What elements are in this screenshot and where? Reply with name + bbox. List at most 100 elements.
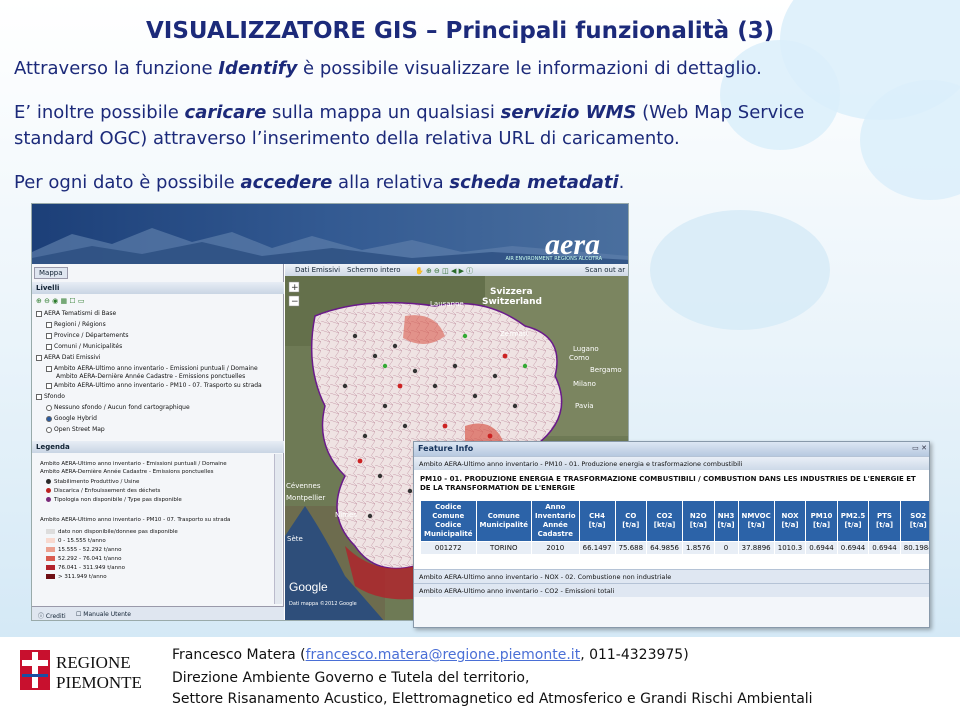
legend-title: Ambito AERA-Ultimo anno inventario - Emi… [40, 461, 227, 467]
layer-item: Ambito AERA-Dernière Année Cadastre - Em… [56, 373, 246, 380]
regione-piemonte-logo: REGIONE PIEMONTE [20, 650, 142, 692]
map-label: Pavia [575, 402, 594, 410]
table-column-header: CO [t/a] [614, 500, 648, 542]
map-label: Sète [287, 535, 303, 543]
layer-item[interactable]: AERA Dati Emissivi [36, 354, 101, 361]
layer-item[interactable]: Nessuno sfondo / Aucun fond cartographiq… [46, 404, 190, 411]
table-column-header: N2O [t/a] [682, 500, 715, 542]
layer-item[interactable]: Ambito AERA-Ultimo anno inventario - PM1… [46, 382, 262, 389]
layer-item[interactable]: Ambito AERA-Ultimo anno inventario - Emi… [46, 365, 258, 372]
toolbar-fullscreen-button[interactable]: Schermo intero [347, 266, 401, 274]
table-column-header: SO2 [t/a] [899, 500, 929, 542]
legend-entry: Tipologia non disponibile / Type pas dis… [46, 497, 182, 503]
feature-layer-row[interactable]: Ambito AERA-Ultimo anno inventario - PM1… [414, 456, 929, 470]
table-header-row: Codice Comune Codice Municipalité Comune … [420, 500, 929, 542]
legend-class: 52.292 - 76.041 t/anno [46, 556, 121, 562]
toolbar-emissions-button[interactable]: Dati Emissivi [295, 266, 340, 274]
table-cell: 001272 [420, 541, 477, 555]
legend-scrollbar[interactable] [274, 454, 282, 604]
map-label: Lugano [573, 345, 599, 353]
table-column-header: NMVOC [t/a] [737, 500, 775, 542]
text-line-1: Attraverso la funzione Identify è possib… [14, 58, 762, 79]
sector-line: Settore Risanamento Acustico, Elettromag… [172, 691, 813, 707]
user-manual-link[interactable]: ☐ Manuale Utente [76, 611, 131, 618]
layer-item[interactable]: Regioni / Régions [46, 321, 106, 328]
layer-item[interactable]: AERA Tematismi di Base [36, 310, 116, 317]
legend-swatch [46, 565, 55, 570]
svg-text:+: + [291, 283, 299, 293]
map-label: Zermatt [500, 330, 529, 338]
table-cell: 75.688 [614, 541, 648, 555]
legend-panel-header[interactable]: Legenda [32, 441, 284, 453]
legend-class: 76.041 - 311.949 t/anno [46, 565, 125, 571]
table-cell: 2010 [531, 541, 580, 555]
map-label: Montpellier [286, 494, 325, 502]
table-cell: 0.6944 [805, 541, 838, 555]
layer-item[interactable]: Province / Départements [46, 332, 129, 339]
legend-class: dato non disponibile/donnee pas disponib… [46, 529, 178, 535]
text-line-3: standard OGC) attraverso l’inserimento d… [14, 128, 680, 149]
legend-entry: Discarica / Enfouissement des déchets [46, 488, 160, 494]
table-cell: 0 [713, 541, 739, 555]
table-cell: 37.8896 [737, 541, 775, 555]
table-cell: 1010.3 [773, 541, 807, 555]
slide-footer: REGIONE PIEMONTE Francesco Matera (franc… [0, 637, 960, 711]
tab-map[interactable]: Mappa [34, 267, 68, 279]
layers-panel: Mappa Livelli ⊕ ⊖ ◉ ▦ ☐ ▭ AERA Tematismi… [32, 264, 284, 620]
table-column-header: PM10 [t/a] [805, 500, 838, 542]
table-column-header: Codice Comune Codice Municipalité [420, 500, 477, 542]
layer-item[interactable]: Google Hybrid [46, 415, 97, 422]
cloud-decoration [650, 210, 830, 330]
legend-title: Ambito AERA-Dernière Année Cadastre - Em… [40, 469, 214, 475]
feature-table-title: PM10 - 01. PRODUZIONE ENERGIA E TRASFORM… [420, 475, 916, 492]
table-column-header: Comune Municipalité [475, 500, 532, 542]
table-cell: 80.1984 [899, 541, 929, 555]
table-column-header: NH3 [t/a] [713, 500, 739, 542]
legend-class: 15.555 - 52.292 t/anno [46, 547, 121, 553]
cloud-decoration [720, 40, 840, 150]
feature-layer-row[interactable]: Ambito AERA-Ultimo anno inventario - CO2… [414, 583, 929, 597]
panel-footer: ⓘ Crediti ☐ Manuale Utente [32, 606, 284, 620]
legend-swatch [46, 556, 55, 561]
table-cell: TORINO [475, 541, 532, 555]
table-cell: 66.1497 [578, 541, 616, 555]
legend-swatch [46, 529, 55, 534]
text-line-4: Per ogni dato è possibile accedere alla … [14, 172, 625, 193]
contact-line: Francesco Matera (francesco.matera@regio… [172, 647, 689, 663]
table-cell: 0.6944 [836, 541, 870, 555]
table-column-header: CH4 [t/a] [578, 500, 616, 542]
toolbar-scan-button[interactable]: Scan out ar [585, 266, 625, 274]
map-label: Switzerland [482, 297, 542, 307]
app-banner: aera AIR ENVIRONMENT REGIONS ALCOTRA [32, 204, 628, 264]
layer-item[interactable]: Sfondo [36, 393, 65, 400]
map-label: Cévennes [286, 482, 321, 490]
department-line: Direzione Ambiente Governo e Tutela del … [172, 670, 530, 686]
layer-item[interactable]: Comuni / Municipalités [46, 343, 122, 350]
window-controls-icons[interactable]: ▭ ✕ [912, 444, 927, 452]
legend-class: > 311.949 t/anno [46, 574, 107, 580]
table-cell: 0.6944 [868, 541, 901, 555]
logo-text: REGIONE [56, 653, 131, 672]
table-column-header: Anno Inventario Année Cadastre [531, 500, 580, 542]
table-cell: 1.8576 [682, 541, 715, 555]
legend-swatch [46, 574, 55, 579]
layer-item[interactable]: Open Street Map [46, 426, 105, 433]
table-row: 001272 TORINO 2010 66.1497 75.688 64.9856 1.85… [420, 541, 929, 555]
legend-swatch [46, 538, 55, 543]
legend-swatch [46, 547, 55, 552]
legend-entry: Stabilimento Produttivo / Usine [46, 479, 139, 485]
feature-info-window: Feature Info ▭ ✕ Ambito AERA-Ultimo anno… [413, 441, 930, 628]
layer-tools-icons[interactable]: ⊕ ⊖ ◉ ▦ ☐ ▭ [36, 297, 84, 305]
legend-title: Ambito AERA-Ultimo anno inventario - PM1… [40, 517, 231, 523]
layers-panel-header[interactable]: Livelli [32, 282, 284, 294]
credits-link[interactable]: ⓘ Crediti [38, 611, 66, 620]
toolbar-tools-icons[interactable]: ✋ ⊕ ⊖ ◫ ◀ ▶ ⓘ [415, 266, 473, 276]
feature-layer-row[interactable]: Ambito AERA-Ultimo anno inventario - NOX… [414, 569, 929, 583]
svg-text:−: − [291, 297, 299, 307]
text-line-2: E’ inoltre possibile caricare sulla mapp… [14, 102, 805, 123]
table-column-header: PTS [t/a] [868, 500, 901, 542]
email-link[interactable]: francesco.matera@regione.piemonte.it [306, 647, 581, 663]
feature-info-header: Feature Info ▭ ✕ [414, 442, 929, 456]
map-label: Nîmes [335, 511, 357, 519]
table-column-header: NOX [t/a] [773, 500, 807, 542]
